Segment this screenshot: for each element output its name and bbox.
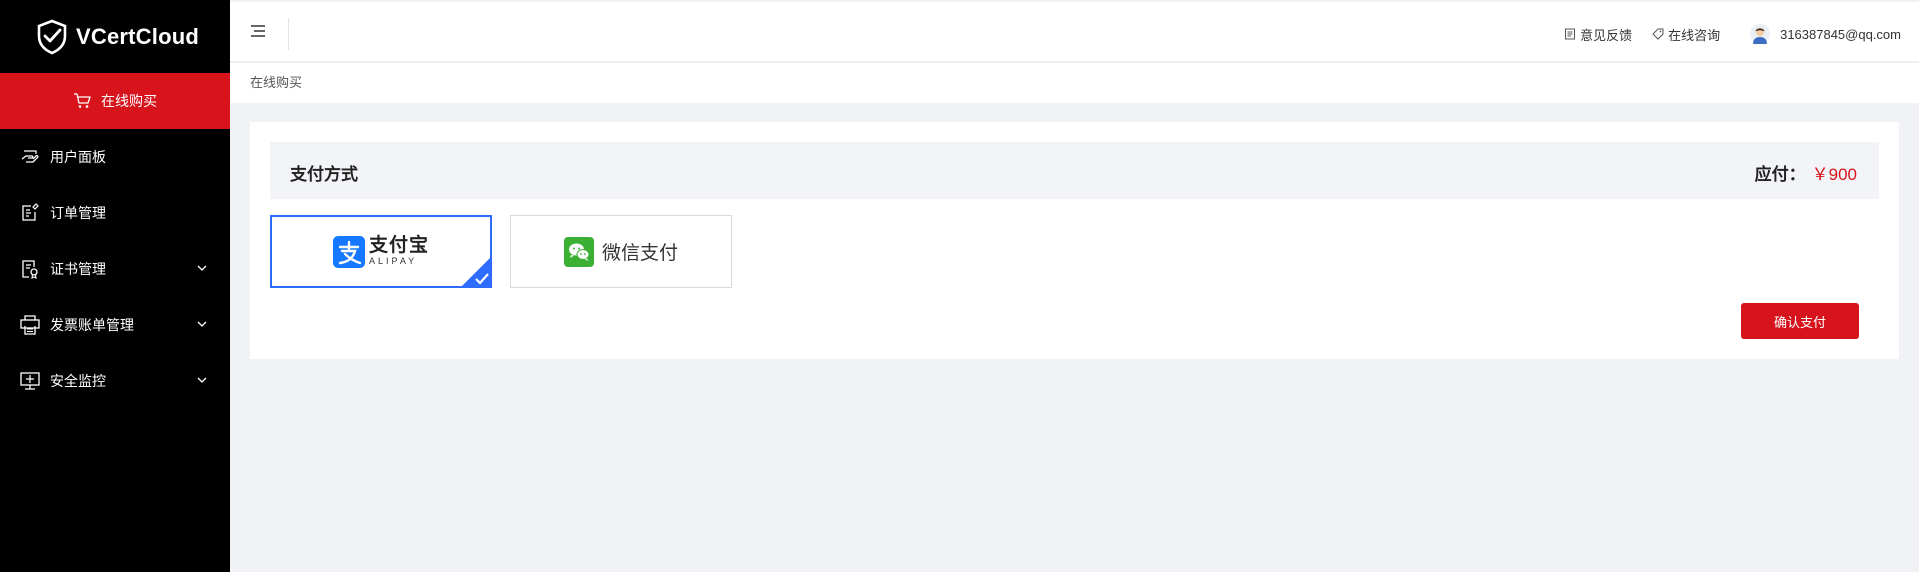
invoice-printer-icon <box>20 315 40 335</box>
feedback-link[interactable]: 意见反馈 <box>1564 25 1632 44</box>
sidebar-item-label: 安全监控 <box>50 373 106 389</box>
alipay-en-label: ALIPAY <box>368 256 418 266</box>
wechat-pay-option[interactable]: 微信支付 <box>510 215 732 288</box>
sidebar-item-label: 发票账单管理 <box>50 317 134 333</box>
logo[interactable]: VCertCloud <box>0 0 230 73</box>
user-menu[interactable]: 316387845@qq.com <box>1750 24 1901 44</box>
sidebar-item-user-panel[interactable]: 用户面板 <box>0 129 230 185</box>
online-consult-label: 在线咨询 <box>1668 27 1721 43</box>
hand-icon <box>20 147 40 167</box>
top-right-actions: 意见反馈 在线咨询 316387845@qq.com <box>1564 24 1901 44</box>
feedback-label: 意见反馈 <box>1580 27 1633 43</box>
order-edit-icon <box>20 203 40 223</box>
chevron-down-icon[interactable] <box>196 318 208 330</box>
sidebar: VCertCloud 在线购买 用户面板 订单管理 证书管理 发票账单管理 安全… <box>0 0 230 572</box>
payment-method-title: 支付方式 <box>290 165 358 184</box>
online-buy-label: 在线购买 <box>101 93 157 109</box>
wechat-icon <box>563 236 594 267</box>
cart-icon <box>74 93 91 108</box>
confirm-payment-button[interactable]: 确认支付 <box>1741 303 1859 339</box>
sidebar-item-orders[interactable]: 订单管理 <box>0 185 230 241</box>
breadcrumb-current: 在线购买 <box>250 75 303 90</box>
online-consult-link[interactable]: 在线咨询 <box>1652 25 1720 44</box>
payment-header: 支付方式 应付： ￥900 <box>270 142 1879 199</box>
chevron-down-icon[interactable] <box>196 374 208 386</box>
user-email: 316387845@qq.com <box>1780 26 1901 42</box>
sidebar-item-label: 证书管理 <box>50 261 106 277</box>
confirm-payment-label: 确认支付 <box>1773 314 1826 330</box>
sidebar-item-label: 订单管理 <box>50 205 106 221</box>
feedback-document-icon <box>1565 28 1576 40</box>
breadcrumb: 在线购买 <box>230 63 1919 103</box>
alipay-icon <box>332 235 365 268</box>
chevron-down-icon[interactable] <box>196 262 208 274</box>
tag-icon <box>1652 28 1664 40</box>
certificate-icon <box>20 259 40 279</box>
alipay-logo: 支付宝 ALIPAY <box>332 235 429 268</box>
amount-due-value: ￥900 <box>1811 165 1857 184</box>
divider <box>288 18 289 50</box>
wechat-pay-label: 微信支付 <box>601 243 678 264</box>
amount-due: 应付： ￥900 <box>1755 160 1857 185</box>
sidebar-item-label: 用户面板 <box>50 149 106 165</box>
alipay-option[interactable]: 支付宝 ALIPAY <box>270 215 492 288</box>
shield-check-icon <box>37 19 67 54</box>
wechat-pay-logo: 微信支付 <box>563 236 678 267</box>
payment-card: 支付方式 应付： ￥900 支付宝 ALIPAY 微信支付 确认支付 <box>250 122 1899 359</box>
alipay-cn-label: 支付宝 <box>368 235 429 256</box>
sidebar-item-certificates[interactable]: 证书管理 <box>0 241 230 297</box>
brand-name: VCertCloud <box>76 23 199 49</box>
avatar <box>1750 24 1771 44</box>
monitor-icon <box>20 371 40 391</box>
selected-check-icon <box>461 257 491 287</box>
top-bar: 意见反馈 在线咨询 316387845@qq.com <box>230 0 1919 62</box>
amount-due-label: 应付： <box>1754 165 1806 184</box>
online-buy-button[interactable]: 在线购买 <box>0 73 230 129</box>
sidebar-item-security-monitor[interactable]: 安全监控 <box>0 353 230 409</box>
hamburger-menu-icon[interactable] <box>250 24 266 38</box>
sidebar-item-invoices[interactable]: 发票账单管理 <box>0 297 230 353</box>
